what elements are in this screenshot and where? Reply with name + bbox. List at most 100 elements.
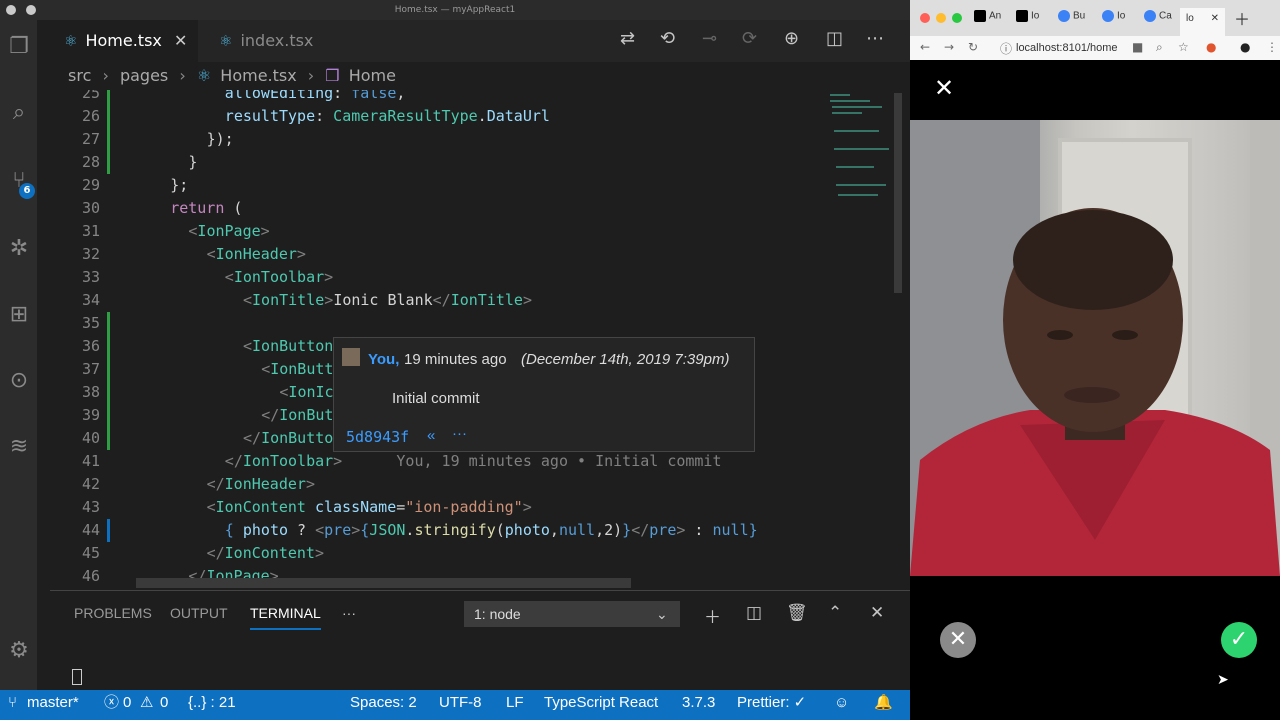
window-close-button[interactable]	[6, 5, 16, 15]
code-line[interactable]: 33 <IonToolbar>	[50, 266, 826, 289]
search-icon[interactable]: ⌕	[4, 98, 34, 128]
confirm-photo-button[interactable]: ✓	[1221, 622, 1257, 658]
browser-tab[interactable]: Ca	[1144, 10, 1172, 30]
breadcrumb-file[interactable]: Home.tsx	[220, 66, 296, 85]
language-status[interactable]: TypeScript React	[544, 690, 658, 716]
code-line[interactable]: 34 <IonTitle>Ionic Blank</IonTitle>	[50, 289, 826, 312]
browser-tab[interactable]: Io	[1102, 10, 1125, 30]
code-line[interactable]: 35	[50, 312, 826, 335]
trash-icon[interactable]: 🗑	[786, 603, 808, 623]
forward-icon[interactable]: →	[944, 40, 954, 54]
browser-zoom-button[interactable]	[952, 13, 962, 23]
close-panel-icon[interactable]: ✕	[870, 603, 884, 623]
eol-status[interactable]: LF	[506, 690, 524, 716]
blame-ago: 19 minutes ago	[404, 351, 507, 368]
open-changes-icon[interactable]: ⇄	[620, 28, 635, 49]
terminal-select[interactable]: 1: node ⌄	[464, 601, 680, 627]
new-tab-icon[interactable]: ＋	[1234, 6, 1250, 29]
new-terminal-icon[interactable]: ＋	[704, 603, 721, 628]
code-line[interactable]: 43 <IonContent className="ion-padding">	[50, 496, 826, 519]
minimap[interactable]	[826, 90, 898, 590]
explorer-icon[interactable]: ❐	[4, 32, 34, 62]
code-line[interactable]: 45 </IonContent>	[50, 542, 826, 565]
profile-icon[interactable]: ●	[1240, 40, 1250, 54]
vertical-scrollbar[interactable]	[894, 93, 902, 293]
camera-icon[interactable]: ■	[1132, 40, 1143, 54]
code-line[interactable]: 30 return (	[50, 197, 826, 220]
browser-tab[interactable]: Io	[1016, 10, 1039, 30]
branch-status[interactable]: master*	[27, 690, 79, 716]
prettier-status[interactable]: Prettier: ✓	[737, 690, 806, 716]
breadcrumb-symbol[interactable]: Home	[349, 66, 396, 85]
code-line[interactable]: 29};	[50, 174, 826, 197]
maximize-panel-icon[interactable]: ⌃	[828, 603, 842, 623]
activity-bar: ❐ ⌕ ⑂ 6 ✲ ⊞ ⊙ ≋ ⚙	[0, 20, 37, 690]
commit-sha-link[interactable]: 5d8943f	[346, 428, 409, 446]
browser-tab[interactable]: Bu	[1058, 10, 1085, 30]
code-line[interactable]: 32 <IonHeader>	[50, 243, 826, 266]
code-line[interactable]: 31 <IonPage>	[50, 220, 826, 243]
indent-status[interactable]: Spaces: 2	[350, 690, 417, 716]
tab-label: Home.tsx	[85, 31, 162, 50]
tab-index-tsx[interactable]: ⚛ index.tsx	[205, 20, 345, 62]
gitlens-compare-icon[interactable]: ⊕	[784, 28, 799, 49]
split-editor-icon[interactable]: ◫	[826, 28, 843, 49]
debug-icon[interactable]: ✲	[4, 234, 34, 264]
bookmark-star-icon[interactable]: ☆	[1178, 40, 1189, 54]
code-line[interactable]: 26 resultType: CameraResultType.DataUrl	[50, 105, 826, 128]
split-terminal-icon[interactable]: ◫	[746, 603, 762, 623]
browser-close-button[interactable]	[920, 13, 930, 23]
terminal-cursor	[72, 669, 82, 685]
docker-icon[interactable]: ≋	[4, 432, 34, 462]
extension-icon[interactable]: ●	[1206, 40, 1216, 54]
error-count[interactable]: 0	[123, 690, 131, 716]
back-icon[interactable]: ←	[920, 40, 930, 54]
code-text: <IonPage>	[188, 222, 270, 240]
bell-icon[interactable]: 🔔	[874, 690, 893, 716]
horizontal-scrollbar[interactable]	[136, 578, 631, 588]
mouse-pointer-icon: ➤	[1217, 672, 1229, 688]
browser-menu-icon[interactable]: ⋮	[1266, 40, 1278, 54]
warning-count[interactable]: 0	[160, 690, 168, 716]
extensions-icon[interactable]: ⊞	[4, 300, 34, 330]
browser-tab-active[interactable]: lo ✕	[1180, 8, 1225, 36]
previous-revision-icon[interactable]: ⟲	[660, 28, 675, 49]
browser-tab[interactable]: An	[974, 10, 1001, 30]
cancel-photo-button[interactable]: ✕	[940, 622, 976, 658]
more-actions-icon[interactable]: ⋯	[866, 28, 884, 49]
browser-minimize-button[interactable]	[936, 13, 946, 23]
browser-toolbar: ← → ↻ ⓘ localhost:8101/home ■ ⌕ ☆ ● ● ⋮	[910, 36, 1280, 60]
line-number: 32	[81, 245, 100, 263]
previous-commit-link[interactable]: «	[427, 427, 435, 444]
symbol-status[interactable]: {..} : 21	[188, 690, 236, 716]
code-line[interactable]: 25 allowEditing: false,	[50, 90, 826, 105]
code-line[interactable]: 41 </IonToolbar> You, 19 minutes ago • In…	[50, 450, 826, 473]
panel-more-icon[interactable]: ···	[342, 605, 356, 621]
encoding-status[interactable]: UTF-8	[439, 690, 482, 716]
next-revision-icon[interactable]: ⟳	[742, 28, 757, 49]
close-icon[interactable]: ✕	[934, 74, 954, 102]
code-line[interactable]: 44 { photo ? <pre>{JSON.stringify(photo,n…	[50, 519, 826, 542]
tab-output[interactable]: OUTPUT	[170, 605, 228, 621]
window-minimize-button[interactable]	[26, 5, 36, 15]
ts-version-status[interactable]: 3.7.3	[682, 690, 715, 716]
zoom-icon[interactable]: ⌕	[1156, 40, 1163, 55]
breadcrumb-pages[interactable]: pages	[120, 66, 168, 85]
code-line[interactable]: 28}	[50, 151, 826, 174]
line-number: 41	[81, 452, 100, 470]
tab-close-icon[interactable]: ✕	[174, 20, 187, 62]
more-link[interactable]: ···	[452, 425, 467, 442]
feedback-icon[interactable]: ☺	[834, 690, 849, 716]
settings-gear-icon[interactable]: ⚙	[4, 636, 34, 666]
gitlens-icon[interactable]: ⊙	[4, 366, 34, 396]
line-number: 39	[81, 406, 100, 424]
commit-icon[interactable]: ⊸	[702, 28, 717, 49]
tab-problems[interactable]: PROBLEMS	[74, 605, 152, 621]
reload-icon[interactable]: ↻	[968, 40, 978, 54]
code-line[interactable]: 42 </IonHeader>	[50, 473, 826, 496]
tab-home-tsx[interactable]: ⚛ Home.tsx ✕	[50, 20, 198, 62]
blame-message: Initial commit	[392, 390, 480, 407]
tab-terminal[interactable]: TERMINAL	[250, 605, 321, 630]
breadcrumb-src[interactable]: src	[68, 66, 91, 85]
code-line[interactable]: 27});	[50, 128, 826, 151]
